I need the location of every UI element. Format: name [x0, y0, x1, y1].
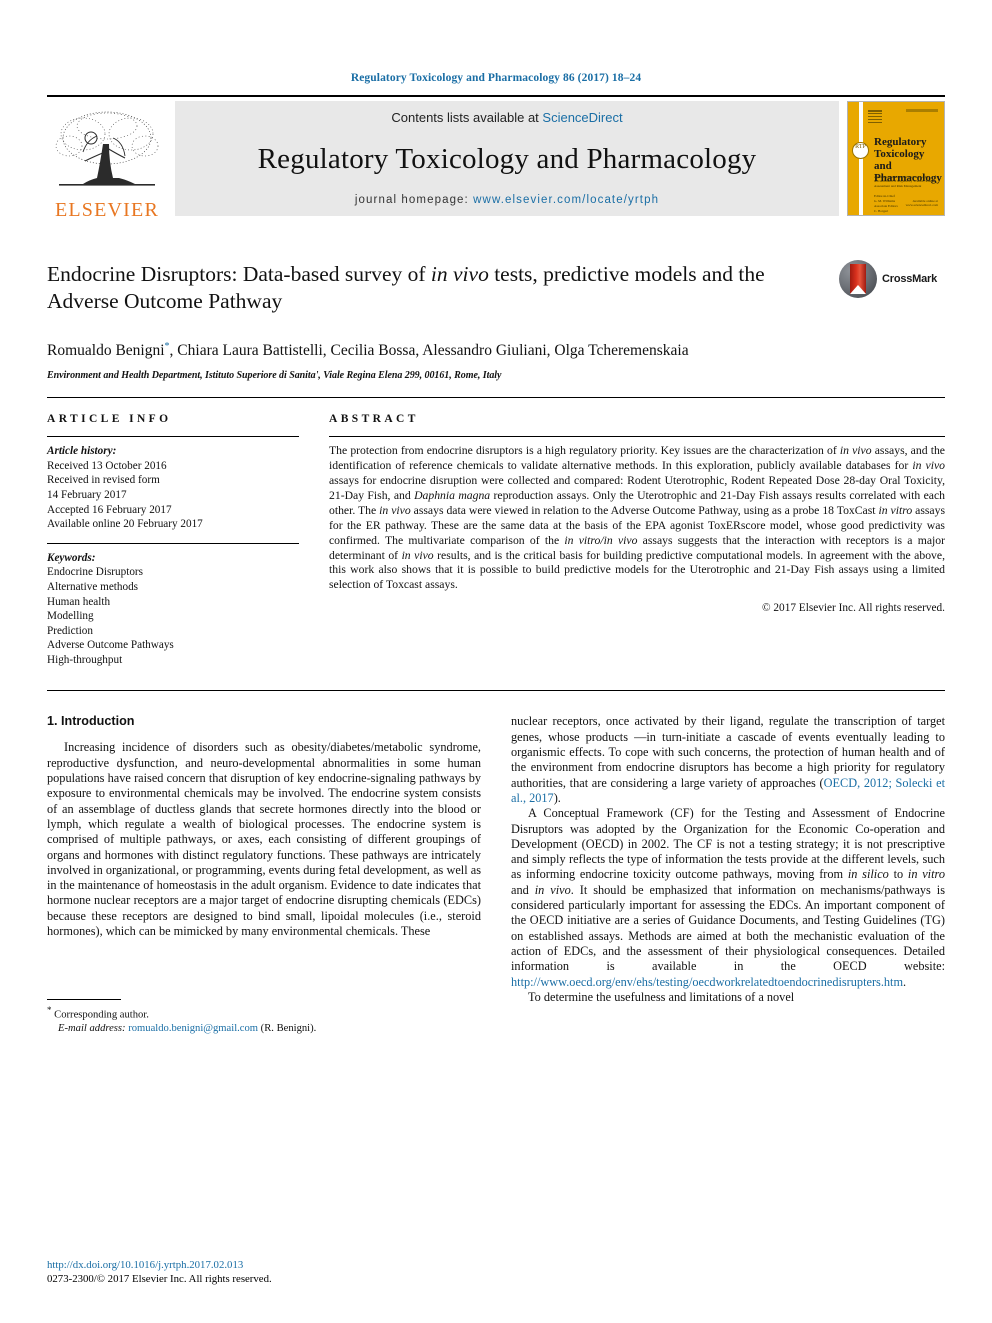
- history-item: Available online 20 February 2017: [47, 518, 203, 531]
- keywords-group: Keywords: Endocrine Disruptors Alternati…: [47, 542, 299, 668]
- keyword-item: Adverse Outcome Pathways: [47, 639, 174, 652]
- corresponding-author-footnote: * Corresponding author. E-mail address: …: [47, 998, 481, 1036]
- p3-seg: .: [903, 974, 907, 989]
- p3-seg: . It should be emphasized that informati…: [511, 882, 946, 974]
- p3-seg: and: [511, 882, 535, 897]
- keyword-item: Modelling: [47, 610, 94, 623]
- email-suffix: (R. Benigni).: [258, 1022, 317, 1034]
- abs-it: in vitro/in vivo: [564, 533, 638, 547]
- author-email-link[interactable]: romualdo.benigni@gmail.com: [128, 1023, 258, 1034]
- abs-it: in vivo: [379, 503, 411, 517]
- elsevier-wordmark: ELSEVIER: [54, 199, 160, 221]
- abstract-text: The protection from endocrine disruptors…: [329, 437, 945, 593]
- masthead-center: Contents lists available at ScienceDirec…: [175, 101, 839, 216]
- keyword-item: Alternative methods: [47, 580, 139, 593]
- abs-it: in vitro: [878, 503, 913, 517]
- abs-seg: The protection from endocrine disruptors…: [329, 444, 840, 458]
- keyword-item: High-throughput: [47, 653, 123, 666]
- abs-it: in vivo: [912, 459, 946, 473]
- email-address-label: E-mail address:: [58, 1022, 126, 1034]
- body-column-left: 1. Introduction Increasing incidence of …: [47, 714, 481, 1035]
- contents-prefix: Contents lists available at: [391, 110, 543, 125]
- crossmark-icon: [839, 260, 877, 298]
- homepage-prefix: journal homepage:: [354, 194, 474, 206]
- cover-society-badge: RTP: [852, 142, 869, 159]
- crossmark-badge[interactable]: CrossMark: [839, 259, 945, 299]
- intro-paragraph-3: A Conceptual Framework (CF) for the Test…: [511, 806, 945, 990]
- keyword-item: Human health: [47, 595, 111, 608]
- abstract-column: ABSTRACT The protection from endocrine d…: [329, 413, 945, 667]
- p3-it: in vivo: [534, 882, 571, 897]
- author-list: Romualdo Benigni*, Chiara Laura Battiste…: [47, 336, 945, 361]
- body-columns: 1. Introduction Increasing incidence of …: [47, 690, 945, 1035]
- p2-seg: ).: [553, 790, 561, 805]
- footnote-line-1: * Corresponding author.: [47, 1004, 481, 1022]
- p3-seg: to: [888, 867, 908, 882]
- page-title: Endocrine Disruptors: Data-based survey …: [47, 261, 945, 315]
- article-history-label: Article history:: [47, 445, 117, 458]
- p3-it: in silico: [847, 867, 889, 882]
- p3-it: in vitro: [907, 867, 945, 882]
- cover-barcode-icon: [868, 110, 882, 126]
- abs-it: in vivo: [401, 548, 434, 562]
- intro-paragraph-1: Increasing incidence of disorders such a…: [47, 740, 481, 939]
- footnote-rule: [47, 998, 121, 1000]
- cover-subtitle: An International Journal Devoted to the …: [874, 175, 932, 188]
- journal-homepage-link[interactable]: www.elsevier.com/locate/yrtph: [473, 194, 659, 206]
- affiliation: Environment and Health Department, Istit…: [47, 370, 502, 382]
- title-block: Endocrine Disruptors: Data-based survey …: [47, 259, 945, 321]
- abs-seg: assays data were viewed in relation to t…: [410, 503, 879, 517]
- elsevier-tree-icon: [53, 108, 161, 200]
- crossmark-label: CrossMark: [882, 273, 938, 285]
- author-first: Romualdo Benigni: [47, 342, 165, 360]
- article-history: Article history: Received 13 October 201…: [47, 437, 299, 532]
- article-info-column: ARTICLE INFO Article history: Received 1…: [47, 413, 299, 667]
- elsevier-logo: ELSEVIER: [47, 97, 167, 222]
- oecd-website-link[interactable]: http://www.oecd.org/env/ehs/testing/oecd…: [511, 975, 903, 989]
- history-item: 14 February 2017: [47, 488, 127, 501]
- abs-it: Daphnia magna: [414, 488, 491, 502]
- publication-footer: http://dx.doi.org/10.1016/j.yrtph.2017.0…: [47, 1258, 272, 1286]
- history-item: Accepted 16 February 2017: [47, 503, 172, 516]
- keyword-item: Endocrine Disruptors: [47, 566, 144, 579]
- title-italic: in vivo: [430, 262, 489, 286]
- section-title-introduction: 1. Introduction: [47, 714, 135, 729]
- sciencedirect-link[interactable]: ScienceDirect: [542, 110, 622, 125]
- keyword-item: Prediction: [47, 624, 93, 637]
- history-item: Received in revised form: [47, 474, 160, 487]
- cover-footer-text: Available online at www.sciencedirect.co…: [905, 198, 938, 208]
- article-page: Regulatory Toxicology and Pharmacology 8…: [0, 0, 992, 1323]
- footnote-corresponding-label: Corresponding author.: [51, 1009, 149, 1021]
- title-part-1: Endocrine Disruptors: Data-based survey …: [47, 262, 431, 286]
- journal-title: Regulatory Toxicology and Pharmacology: [257, 143, 757, 175]
- body-column-right: nuclear receptors, once activated by the…: [511, 714, 945, 1035]
- issn-copyright-line: 0273-2300/© 2017 Elsevier Inc. All right…: [47, 1272, 272, 1285]
- abstract-copyright: © 2017 Elsevier Inc. All rights reserved…: [761, 602, 945, 615]
- history-item: Received 13 October 2016: [47, 459, 167, 472]
- keywords-label: Keywords:: [47, 551, 96, 564]
- intro-paragraph-4: To determine the usefulness and limitati…: [528, 989, 795, 1004]
- intro-paragraph-2: nuclear receptors, once activated by the…: [511, 714, 945, 806]
- journal-cover-thumbnail: RTP Regulatory Toxicology and Pharmacolo…: [847, 101, 945, 216]
- journal-homepage-line: journal homepage: www.elsevier.com/locat…: [355, 194, 659, 206]
- cover-top-rule: [906, 109, 938, 112]
- article-info-heading: ARTICLE INFO: [47, 413, 172, 426]
- journal-masthead: ELSEVIER Contents lists available at Sci…: [47, 95, 945, 222]
- abs-it: in vivo: [839, 444, 872, 458]
- doi-link[interactable]: http://dx.doi.org/10.1016/j.yrtph.2017.0…: [47, 1258, 272, 1272]
- info-abstract-region: ARTICLE INFO Article history: Received 1…: [47, 397, 945, 667]
- contents-available-line: Contents lists available at ScienceDirec…: [391, 110, 622, 125]
- running-head: Regulatory Toxicology and Pharmacology 8…: [350, 72, 642, 84]
- author-rest: , Chiara Laura Battistelli, Cecilia Boss…: [169, 342, 689, 360]
- footnote-line-2: E-mail address: romualdo.benigni@gmail.c…: [47, 1022, 481, 1036]
- abstract-heading: ABSTRACT: [329, 413, 419, 426]
